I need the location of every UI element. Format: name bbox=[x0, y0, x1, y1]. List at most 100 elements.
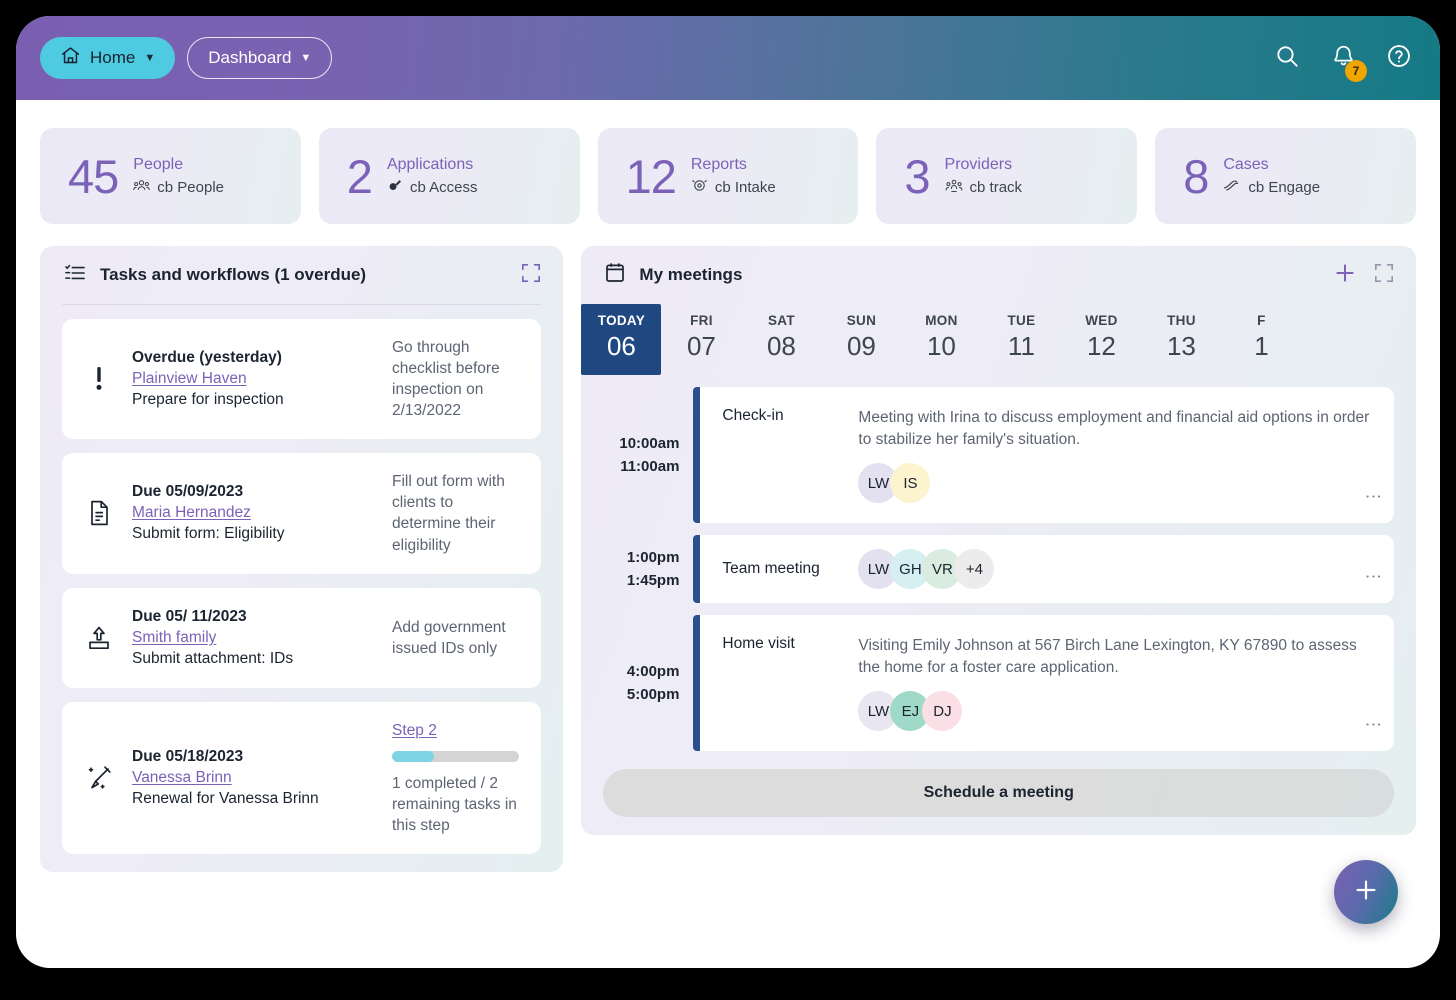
day-label: FRI bbox=[690, 313, 713, 328]
task-row[interactable]: Due 05/09/2023 Maria Hernandez Submit fo… bbox=[62, 453, 542, 574]
day-selector: TODAY 06 FRI 07 SAT 08 SUN 09 MON 10 TUE… bbox=[581, 304, 1416, 375]
app-window: Home ▼ Dashboard ▼ 7 45 People cb People… bbox=[16, 16, 1440, 968]
day-tab[interactable]: THU 13 bbox=[1141, 304, 1221, 375]
day-tab[interactable]: SUN 09 bbox=[821, 304, 901, 375]
stat-value: 3 bbox=[904, 149, 930, 203]
task-name: Prepare for inspection bbox=[132, 391, 284, 409]
meeting-list: 10:00am 11:00am Check-in Meeting with Ir… bbox=[581, 375, 1416, 751]
day-tab-today[interactable]: TODAY 06 bbox=[581, 304, 662, 375]
dashboard-panels: Tasks and workflows (1 overdue) Overdue … bbox=[16, 224, 1440, 872]
task-row[interactable]: Due 05/18/2023 Vanessa Brinn Renewal for… bbox=[62, 701, 542, 854]
task-progress-text: 1 completed / 2 remaining tasks in this … bbox=[392, 774, 517, 834]
document-icon bbox=[84, 500, 114, 526]
day-tab[interactable]: F 1 bbox=[1221, 304, 1301, 375]
meeting-card[interactable]: Home visit Visiting Emily Johnson at 567… bbox=[693, 615, 1394, 751]
stat-card-providers[interactable]: 3 Providers cb track bbox=[876, 128, 1138, 224]
stat-card-reports[interactable]: 12 Reports cb Intake bbox=[597, 128, 859, 224]
day-label: WED bbox=[1085, 313, 1118, 328]
task-name: Submit attachment: IDs bbox=[132, 649, 294, 667]
day-tab[interactable]: TUE 11 bbox=[981, 304, 1061, 375]
task-progress-fill bbox=[392, 750, 435, 762]
day-tab[interactable]: WED 12 bbox=[1061, 304, 1141, 375]
stat-source: cb People bbox=[133, 178, 224, 197]
avatar-overflow[interactable]: +4 bbox=[954, 549, 995, 589]
nav-home-label: Home bbox=[90, 48, 136, 67]
engage-icon bbox=[1223, 178, 1241, 196]
task-description: Go through checklist before inspection o… bbox=[392, 339, 500, 420]
tasks-panel-header: Tasks and workflows (1 overdue) bbox=[40, 246, 563, 304]
task-row[interactable]: Due 05/ 11/2023 Smith family Submit atta… bbox=[62, 587, 542, 688]
avatar[interactable]: IS bbox=[890, 463, 931, 503]
stat-card-applications[interactable]: 2 Applications cb Access bbox=[318, 128, 580, 224]
day-tab[interactable]: MON 10 bbox=[901, 304, 981, 375]
meeting-row: 1:00pm 1:45pm Team meeting LW GH VR +4 ⋮ bbox=[581, 535, 1394, 603]
meeting-time: 4:00pm 5:00pm bbox=[581, 615, 693, 751]
meeting-row: 10:00am 11:00am Check-in Meeting with Ir… bbox=[581, 387, 1394, 523]
stat-source-label: cb Engage bbox=[1248, 178, 1321, 196]
add-meeting-icon[interactable] bbox=[1334, 262, 1356, 289]
stat-card-row: 45 People cb People 2 Applications cb Ac… bbox=[16, 100, 1440, 224]
stat-label: People bbox=[133, 155, 184, 173]
meeting-options-icon[interactable]: ⋮ bbox=[1364, 488, 1383, 505]
task-entity-link[interactable]: Maria Hernandez bbox=[132, 504, 251, 522]
stat-card-people[interactable]: 45 People cb People bbox=[40, 128, 301, 224]
tasks-and-workflows-panel: Tasks and workflows (1 overdue) Overdue … bbox=[40, 246, 564, 872]
calendar-icon bbox=[605, 262, 625, 288]
task-name: Renewal for Vanessa Brinn bbox=[132, 789, 319, 807]
schedule-meeting-button[interactable]: Schedule a meeting bbox=[603, 769, 1394, 817]
stat-label: Providers bbox=[944, 155, 1013, 173]
meeting-options-icon[interactable]: ⋮ bbox=[1364, 716, 1383, 733]
notifications-button[interactable]: 7 bbox=[1328, 43, 1367, 82]
meeting-card[interactable]: Check-in Meeting with Irina to discuss e… bbox=[693, 387, 1394, 523]
create-fab-button[interactable] bbox=[1334, 860, 1398, 924]
meeting-attendees: LW EJ DJ bbox=[858, 691, 1378, 731]
day-number: 10 bbox=[926, 331, 956, 361]
search-icon bbox=[1274, 43, 1300, 74]
meeting-card[interactable]: Team meeting LW GH VR +4 ⋮ bbox=[693, 535, 1394, 603]
day-tab[interactable]: SAT 08 bbox=[741, 304, 821, 375]
task-entity-link[interactable]: Smith family bbox=[132, 629, 216, 647]
top-navigation-bar: Home ▼ Dashboard ▼ 7 bbox=[16, 16, 1440, 100]
help-circle-icon bbox=[1386, 43, 1412, 74]
task-entity-link[interactable]: Vanessa Brinn bbox=[132, 769, 232, 787]
notification-count-badge: 7 bbox=[1345, 60, 1367, 82]
day-number: 06 bbox=[606, 331, 636, 361]
my-meetings-panel: My meetings TODAY 06 FRI 07 SAT 08 SUN 0… bbox=[581, 246, 1416, 835]
day-number: 09 bbox=[846, 331, 876, 361]
help-button[interactable] bbox=[1384, 43, 1414, 73]
plus-icon bbox=[1353, 877, 1379, 908]
stat-source-label: cb track bbox=[969, 178, 1023, 196]
day-number: 12 bbox=[1086, 331, 1116, 361]
nav-home-button[interactable]: Home ▼ bbox=[40, 37, 176, 79]
meeting-options-icon[interactable]: ⋮ bbox=[1364, 568, 1383, 585]
stat-label: Applications bbox=[386, 155, 474, 173]
task-row[interactable]: Overdue (yesterday) Plainview Haven Prep… bbox=[62, 319, 542, 440]
expand-meetings-icon[interactable] bbox=[1374, 263, 1394, 288]
day-label: TUE bbox=[1007, 313, 1036, 328]
task-list: Overdue (yesterday) Plainview Haven Prep… bbox=[40, 305, 563, 854]
day-number: 08 bbox=[766, 331, 796, 361]
nav-dashboard-button[interactable]: Dashboard ▼ bbox=[187, 37, 333, 79]
stat-source: cb track bbox=[945, 178, 1023, 197]
task-description: Add government issued IDs only bbox=[392, 618, 506, 657]
task-entity-link[interactable]: Plainview Haven bbox=[132, 370, 247, 388]
day-label: SAT bbox=[767, 313, 795, 328]
meeting-time: 1:00pm 1:45pm bbox=[581, 535, 693, 603]
search-button[interactable] bbox=[1272, 43, 1302, 73]
meeting-start-time: 10:00am bbox=[619, 435, 680, 452]
meeting-description: Visiting Emily Johnson at 567 Birch Lane… bbox=[858, 637, 1357, 676]
meeting-start-time: 1:00pm bbox=[626, 549, 680, 566]
task-step-link[interactable]: Step 2 bbox=[392, 720, 437, 741]
avatar[interactable]: DJ bbox=[922, 691, 963, 731]
meetings-panel-header: My meetings bbox=[581, 246, 1416, 304]
task-due-date: Due 05/18/2023 bbox=[132, 747, 244, 765]
expand-tasks-icon[interactable] bbox=[521, 263, 541, 288]
meeting-row: 4:00pm 5:00pm Home visit Visiting Emily … bbox=[581, 615, 1394, 751]
day-tab[interactable]: FRI 07 bbox=[661, 304, 741, 375]
alert-icon bbox=[84, 366, 114, 392]
stat-card-cases[interactable]: 8 Cases cb Engage bbox=[1155, 128, 1416, 224]
topbar-actions: 7 bbox=[1272, 43, 1414, 82]
stat-source: cb Intake bbox=[691, 178, 776, 197]
stat-label: Reports bbox=[690, 155, 747, 173]
nav-dashboard-label: Dashboard bbox=[208, 48, 292, 67]
